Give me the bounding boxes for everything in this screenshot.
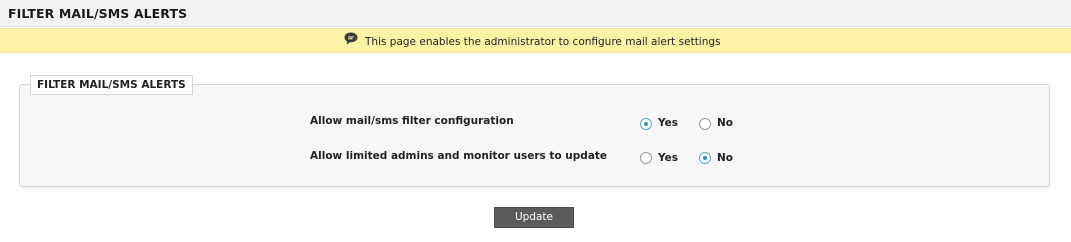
mail-filter-config-no-label[interactable]: No <box>717 117 733 129</box>
mail-filter-config-yes-label[interactable]: Yes <box>658 117 678 129</box>
alert-settings-fieldset <box>19 84 1050 187</box>
update-button[interactable]: Update <box>494 207 574 228</box>
mail-filter-config-yes-radio[interactable] <box>640 118 652 130</box>
limited-admins-update-no-label[interactable]: No <box>717 152 733 164</box>
info-bar: This page enables the administrator to c… <box>0 28 1071 53</box>
limited-admins-update-label: Allow limited admins and monitor users t… <box>310 150 608 162</box>
fieldset-legend: FILTER MAIL/SMS ALERTS <box>30 75 193 95</box>
limited-admins-update-no-radio[interactable] <box>699 152 711 164</box>
page-header: FILTER MAIL/SMS ALERTS <box>0 0 1071 27</box>
mail-filter-config-label: Allow mail/sms filter configuration <box>310 115 514 127</box>
page-title: FILTER MAIL/SMS ALERTS <box>8 6 188 21</box>
mail-filter-config-no-radio[interactable] <box>699 118 711 130</box>
info-message: This page enables the administrator to c… <box>365 36 721 48</box>
limited-admins-update-yes-radio[interactable] <box>640 152 652 164</box>
speech-bubble-icon <box>343 31 359 47</box>
limited-admins-update-yes-label[interactable]: Yes <box>658 152 678 164</box>
